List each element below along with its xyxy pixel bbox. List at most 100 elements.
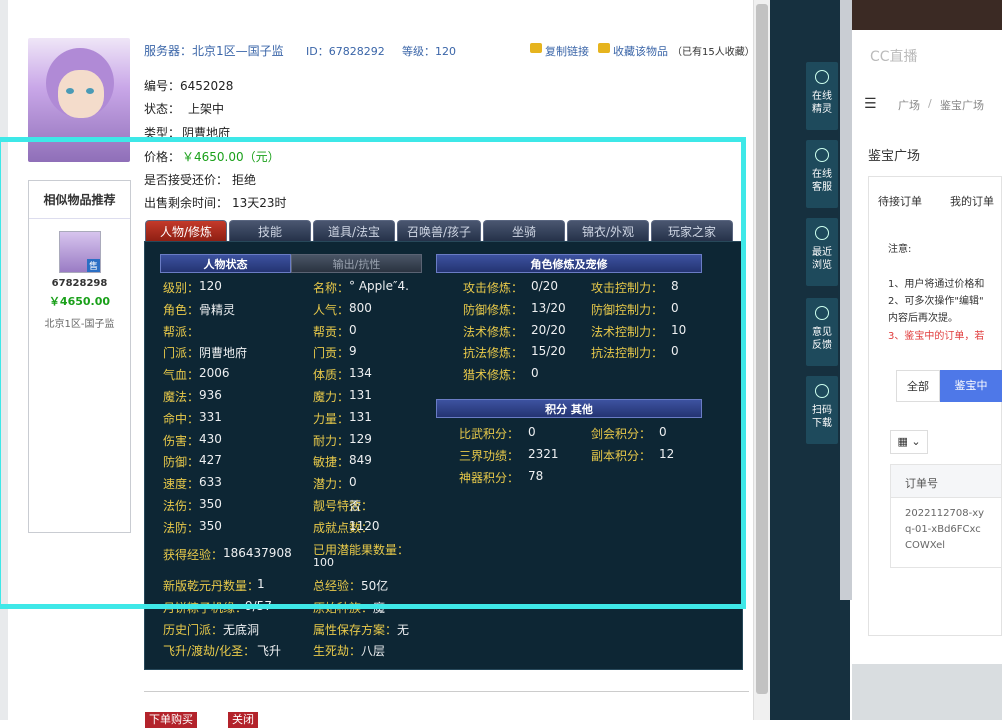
appraisal-panel: CC直播 ☰ 广场 / 鉴宝广场 鉴宝广场 待接订单 我的订单 注意: 1、用户…: [852, 0, 1002, 720]
left-stat-7-label: 伤害：: [163, 433, 200, 448]
buy-button[interactable]: 下单购买: [145, 712, 197, 728]
section-attack-resist[interactable]: 输出/抗性: [291, 254, 422, 273]
cult-2-value: 20/20: [531, 323, 566, 337]
similar-item-server: 北京1区-国子监: [44, 319, 115, 330]
tab-3[interactable]: 召唤兽/孩子: [397, 220, 481, 242]
scrollbar-thumb[interactable]: [756, 4, 768, 694]
folder-icon: [598, 43, 610, 53]
mid-stat-5-value: 131: [349, 388, 372, 402]
type-label: 类型：: [144, 126, 181, 140]
ctrl-0-label: 攻击控制力：: [591, 281, 664, 295]
left-stat-5-label: 魔法：: [163, 390, 200, 404]
life-label: 生死劫：: [313, 644, 362, 658]
left-stat-5-value: 936: [199, 388, 222, 402]
breadcrumb-appraisal[interactable]: 鉴宝广场: [940, 97, 984, 113]
float-label-2: 反馈: [812, 340, 832, 351]
tab-1[interactable]: 技能: [229, 220, 311, 242]
page-scrollbar[interactable]: [753, 0, 770, 720]
left-stat-6-value: 331: [199, 409, 222, 424]
yuan-label: 新版乾元丹数量：: [163, 579, 260, 593]
cult-2-label: 法术修炼：: [463, 325, 524, 339]
float-button-1[interactable]: 在线 客服: [806, 140, 838, 208]
order-number-cell[interactable]: 2022112708-xyq-01-xBd6FCxcCOWXel: [890, 498, 1002, 568]
mid-stat-2-value: 0: [349, 322, 357, 337]
video-thumbnail-strip: [852, 0, 1002, 30]
section-character-status[interactable]: 人物状态: [160, 254, 291, 273]
right-scrollbar[interactable]: [840, 0, 852, 600]
favorite-button[interactable]: 收藏该物品: [613, 43, 668, 59]
exp-label: 获得经验：: [163, 548, 224, 562]
float-button-3[interactable]: 意见 反馈: [806, 298, 838, 366]
left-stat-0-label: 级别：: [163, 281, 200, 295]
ctrl-3-label: 抗法控制力：: [591, 346, 664, 360]
float-label-1: 最近: [812, 247, 832, 258]
left-stat-10-label: 法伤：: [163, 499, 200, 513]
float-label-2: 下载: [812, 418, 832, 429]
original-race-value: 魔: [373, 601, 386, 615]
cult-1-value: 13/20: [531, 301, 566, 315]
filter-all-button[interactable]: 全部: [896, 370, 940, 402]
similar-item-thumbnail[interactable]: 售: [59, 231, 101, 273]
float-button-0[interactable]: 在线 精灵: [806, 62, 838, 130]
tab-2[interactable]: 道具/法宝: [313, 220, 395, 242]
breadcrumb-plaza[interactable]: 广场: [898, 97, 920, 113]
link-icon: [530, 43, 542, 53]
mid-stat-4-label: 体质：: [313, 368, 350, 383]
similar-item-price: ￥4650.00: [48, 295, 111, 308]
left-stat-9-value: 633: [199, 475, 222, 490]
left-stat-0-value: 120: [199, 279, 222, 293]
left-stat-10-value: 350: [199, 497, 222, 511]
tab-4[interactable]: 坐骑: [483, 220, 565, 242]
float-button-4[interactable]: 扫码 下载: [806, 376, 838, 444]
left-stat-11-label: 法防：: [163, 520, 200, 535]
save-plan-label: 属性保存方案：: [313, 623, 398, 637]
similar-item-id[interactable]: 67828298: [29, 278, 130, 289]
copy-link-button[interactable]: 复制链接: [545, 43, 589, 59]
float-label-1: 意见: [812, 327, 832, 338]
points-1-label: 三界功绩：: [459, 449, 520, 463]
float-label-2: 浏览: [812, 260, 832, 271]
character-panel: 人物状态 输出/抗性 角色修炼及宠修 积分 其他 级别： 120 名称： ° Appl…: [144, 241, 743, 670]
total-exp-label: 总经验：: [313, 579, 362, 593]
history-value: 无底洞: [223, 623, 260, 637]
filter-active-button[interactable]: 鉴宝中: [940, 370, 1002, 402]
fly-value: 飞升: [257, 644, 282, 658]
tab-0[interactable]: 人物/修炼: [145, 220, 227, 242]
breadcrumb-separator: /: [928, 97, 932, 110]
grid-view-toggle[interactable]: ▦ ⌄: [890, 430, 928, 454]
left-stat-9-label: 速度：: [163, 477, 200, 492]
float-button-2[interactable]: 最近 浏览: [806, 218, 838, 286]
tab-pending-orders[interactable]: 待接订单: [878, 193, 922, 209]
close-button[interactable]: 关闭: [228, 712, 258, 728]
points2-1-value: 12: [659, 447, 675, 461]
cult-0-label: 攻击修炼：: [463, 281, 524, 295]
cult-3-value: 15/20: [531, 344, 566, 358]
price-value: ￥4650.00（元）: [182, 150, 280, 164]
float-icon-4: [815, 384, 829, 398]
tab-5[interactable]: 锦衣/外观: [567, 220, 649, 242]
tab-6[interactable]: 玩家之家: [651, 220, 733, 242]
ctrl-3-value: 0: [671, 344, 679, 358]
mid-stat-6-label: 力量：: [313, 411, 350, 426]
save-plan-value: 无: [397, 623, 410, 637]
used-potential-value: 100: [313, 556, 334, 569]
mid-stat-2-label: 帮贡：: [313, 324, 350, 339]
left-stat-8-label: 防御：: [163, 455, 200, 470]
logo-text: CC直播: [870, 49, 918, 65]
points-1-value: 2321: [528, 447, 559, 461]
moon-value: 9/57: [245, 599, 272, 613]
remaining-time-label: 出售剩余时间：: [144, 196, 229, 210]
left-stat-2-label: 帮派：: [163, 324, 200, 339]
section-cultivation: 角色修炼及宠修: [436, 254, 702, 273]
counter-offer-value: 拒绝: [232, 173, 257, 187]
points-2-label: 神器积分：: [459, 471, 520, 485]
left-stat-8-value: 427: [199, 453, 222, 468]
left-stat-1-label: 角色：: [163, 302, 200, 317]
float-icon-3: [815, 306, 829, 320]
counter-offer-label: 是否接受还价：: [144, 173, 229, 187]
points2-0-value: 0: [659, 425, 667, 439]
note-title: 注意:: [888, 244, 912, 255]
tab-my-orders[interactable]: 我的订单: [950, 193, 994, 209]
menu-icon[interactable]: ☰: [864, 96, 877, 112]
mid-stat-8-value: 849: [349, 453, 372, 468]
